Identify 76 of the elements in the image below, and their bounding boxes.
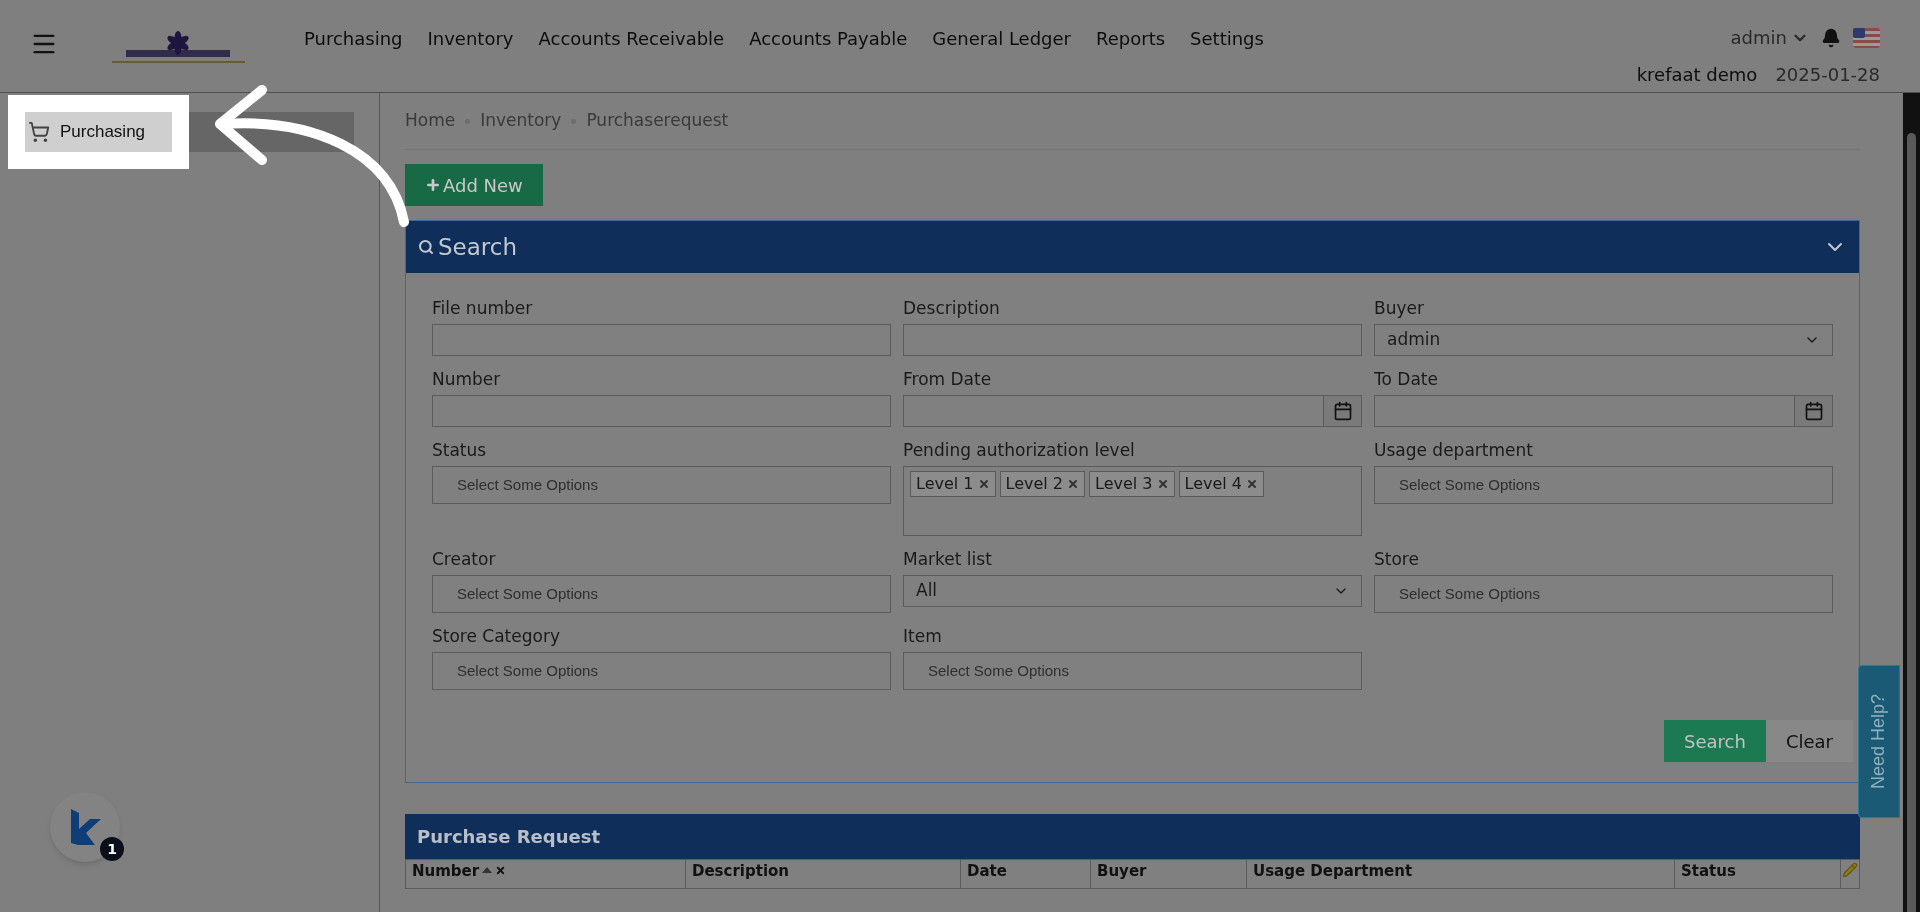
breadcrumb-link[interactable]: Purchaserequest — [586, 108, 729, 134]
logo-icon — [68, 809, 102, 845]
multiselect-field[interactable]: Level 1 Level 2 Level 3 Level 4 — [903, 466, 1362, 536]
column-header[interactable]: Date — [961, 860, 1091, 888]
search-button[interactable]: Search — [1664, 720, 1766, 762]
user-menu[interactable]: admin — [1730, 24, 1809, 51]
nav-link[interactable]: Settings — [1190, 25, 1264, 52]
notification-badge: 1 — [100, 837, 124, 861]
field-label: Description — [903, 297, 1001, 319]
text-field[interactable] — [432, 395, 891, 427]
multiselect-field[interactable]: Select Some Options — [1374, 466, 1833, 504]
nav-link[interactable]: Accounts Payable — [749, 25, 908, 52]
calendar-icon — [1803, 401, 1824, 421]
remove-icon[interactable] — [1246, 478, 1258, 490]
tag-chip[interactable]: Level 3 — [1089, 471, 1175, 497]
nav-link[interactable]: Accounts Receivable — [538, 25, 725, 52]
breadcrumb-link[interactable]: Home — [405, 108, 456, 134]
remove-icon[interactable] — [495, 865, 507, 876]
table-title-bar: Purchase Request — [405, 814, 1860, 859]
field-label: Number — [432, 368, 502, 390]
column-header[interactable]: Description — [686, 860, 961, 888]
multiselect-field[interactable]: Select Some Options — [432, 575, 891, 613]
column-header[interactable]: Number — [406, 860, 686, 888]
flag-icon[interactable] — [1853, 27, 1880, 48]
field-label: Usage department — [1374, 439, 1534, 461]
select-field[interactable]: admin — [1374, 324, 1833, 356]
column-header[interactable]: Usage Department — [1247, 860, 1675, 888]
column-header[interactable]: Buyer — [1091, 860, 1247, 888]
help-tab[interactable]: Need Help? — [1858, 665, 1900, 818]
field-label: Item — [903, 625, 943, 647]
remove-icon[interactable] — [1067, 478, 1079, 490]
field-label: Creator — [432, 548, 497, 570]
text-field[interactable] — [903, 324, 1362, 356]
nav-link[interactable]: Reports — [1096, 25, 1166, 52]
calendar-button[interactable] — [1323, 396, 1361, 426]
nav-link[interactable]: General Ledger — [932, 25, 1072, 52]
calendar-button[interactable] — [1794, 396, 1832, 426]
date-text: 2025-01-28 — [1775, 63, 1880, 87]
remove-icon[interactable] — [977, 478, 990, 490]
field-label: Store Category — [432, 625, 561, 647]
tag-chip[interactable]: Level 1 — [910, 471, 996, 497]
nav-link[interactable]: Inventory — [427, 25, 514, 52]
field-label: From Date — [903, 368, 993, 390]
field-label: To Date — [1374, 368, 1439, 390]
plus-icon — [425, 177, 441, 193]
date-field[interactable] — [1374, 395, 1833, 427]
field-label: Buyer — [1374, 297, 1425, 319]
tag-chip[interactable]: Level 2 — [999, 471, 1085, 497]
panel-title: Search — [438, 232, 518, 262]
tag-chip[interactable]: Level 4 — [1178, 471, 1264, 497]
clear-button[interactable]: Clear — [1765, 720, 1853, 762]
bell-icon[interactable] — [1821, 27, 1841, 48]
date-field[interactable] — [903, 395, 1362, 427]
breadcrumb-link[interactable]: Inventory — [480, 108, 562, 134]
scrollbar[interactable] — [1903, 93, 1920, 912]
cart-icon — [28, 121, 50, 143]
nav-link[interactable]: Purchasing — [304, 25, 403, 52]
multiselect-field[interactable]: Select Some Options — [903, 652, 1362, 690]
remove-icon[interactable] — [1156, 478, 1169, 490]
multiselect-field[interactable]: Select Some Options — [432, 652, 891, 690]
text-field[interactable] — [432, 324, 891, 356]
company-name: krefaat demo — [1636, 63, 1758, 87]
field-label: Store — [1374, 548, 1420, 570]
select-field[interactable]: All — [903, 575, 1362, 607]
sort-icon[interactable] — [482, 867, 493, 873]
field-label: Market list — [903, 548, 993, 570]
search-icon — [418, 239, 434, 255]
multiselect-field[interactable]: Select Some Options — [432, 466, 891, 504]
add-new-button[interactable]: Add New — [405, 164, 543, 206]
panel-header[interactable]: Search — [406, 221, 1859, 273]
field-label: Status — [432, 439, 488, 461]
field-label: Pending authorization level — [903, 439, 1136, 461]
calendar-icon — [1332, 401, 1353, 421]
field-label: File number — [432, 297, 534, 319]
multiselect-field[interactable]: Select Some Options — [1374, 575, 1833, 613]
column-header[interactable]: Status — [1675, 860, 1841, 888]
